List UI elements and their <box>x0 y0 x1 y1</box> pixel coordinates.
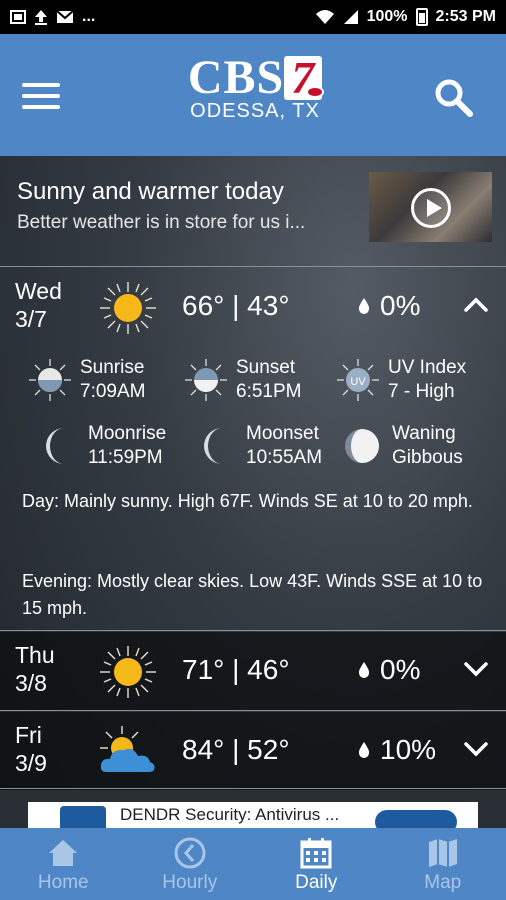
day-temps: 66° | 43° <box>182 290 290 321</box>
logo-city: ODESSA, TX <box>190 100 320 122</box>
evening-description: Evening: Mostly clear skies. Low 43F. Wi… <box>22 571 483 618</box>
app-header: CBS 7 ODESSA, TX <box>0 34 506 156</box>
raindrop-icon <box>358 662 370 678</box>
sunrise-time: 7:09AM <box>80 381 146 402</box>
divider <box>0 788 506 789</box>
uv-value: 7 - High <box>388 381 455 402</box>
signal-icon <box>343 10 358 24</box>
divider <box>0 710 506 711</box>
chevron-down-icon[interactable] <box>462 658 490 680</box>
day-description: Day: Mainly sunny. High 67F. Winds SE at… <box>22 491 473 511</box>
cbs-eye-icon <box>306 86 325 98</box>
tab-label: Home <box>37 872 89 893</box>
day-temps: 71° | 46° <box>182 654 290 685</box>
bottom-nav: Home Hourly Daily Map <box>0 828 506 900</box>
divider <box>0 630 506 631</box>
precip-chance: 0% <box>358 654 420 686</box>
sunset-icon <box>185 359 227 401</box>
svg-text:UV: UV <box>350 376 366 388</box>
day-date: 3/9 <box>15 750 47 776</box>
moonrise-info: Moonrise 11:59PM <box>36 422 166 470</box>
video-thumbnail[interactable] <box>369 172 492 242</box>
ad-text: DENDR Security: Antivirus ... <box>120 805 340 824</box>
menu-icon[interactable] <box>22 74 74 118</box>
raindrop-icon <box>358 742 370 758</box>
map-icon <box>428 839 457 867</box>
chevron-down-icon[interactable] <box>462 738 490 760</box>
tab-label: Daily <box>295 872 338 893</box>
clock-time: 2:53 PM <box>435 8 496 25</box>
play-icon[interactable] <box>411 188 451 228</box>
clock-icon <box>174 837 206 869</box>
day-row-fri[interactable]: Fri 3/9 84° | 52° 10% <box>0 712 506 790</box>
precip-chance: 0% <box>358 290 420 322</box>
tab-daily[interactable]: Daily <box>253 828 380 900</box>
moonset-time: 10:55AM <box>246 447 323 468</box>
upload-icon <box>35 10 47 25</box>
sunset-time: 6:51PM <box>236 381 302 402</box>
sun-icon <box>100 646 156 698</box>
notification-icon <box>10 10 26 24</box>
battery-percent: 100% <box>366 8 408 25</box>
day-row-thu[interactable]: Thu 3/8 71° | 46° 0% <box>0 632 506 710</box>
day-date: 3/8 <box>15 670 47 696</box>
moonrise-label: Moonrise <box>88 423 167 444</box>
moon-phase-line2: Gibbous <box>392 447 463 468</box>
day-date: 3/7 <box>15 306 47 332</box>
divider <box>0 266 506 267</box>
day-name: Fri <box>15 722 42 748</box>
partly-cloudy-icon <box>100 726 155 772</box>
ad-banner: DENDR Security: Antivirus ... <box>0 790 506 832</box>
raindrop-icon <box>358 298 370 314</box>
sun-icon <box>100 282 156 334</box>
sunrise-label: Sunrise <box>80 357 145 378</box>
status-overflow: ... <box>82 8 96 25</box>
moon-phase-line1: Waning <box>392 423 456 444</box>
station-logo: CBS 7 ODESSA, TX <box>170 50 340 140</box>
headline-title: Sunny and warmer today <box>17 178 284 205</box>
sunset-info: Sunset 6:51PM <box>184 356 301 404</box>
tab-label: Map <box>424 872 462 893</box>
headline-subtitle: Better weather is in store for us i... <box>17 212 306 233</box>
sunset-label: Sunset <box>236 357 296 378</box>
moonset-label: Moonset <box>246 423 319 444</box>
day-name: Thu <box>15 642 55 668</box>
battery-icon <box>415 8 428 26</box>
tab-map[interactable]: Map <box>380 828 506 900</box>
search-icon[interactable] <box>432 76 476 120</box>
day-name: Wed <box>15 278 62 304</box>
uv-label: UV Index <box>388 357 467 378</box>
wifi-icon <box>315 10 334 24</box>
news-headline[interactable]: Sunny and warmer today Better weather is… <box>0 156 506 268</box>
logo-seven: 7 <box>284 55 325 101</box>
moon-phase-icon <box>345 429 379 463</box>
uv-index-info: UV UV Index 7 - High <box>336 356 466 404</box>
logo-text: CBS <box>187 51 285 104</box>
tab-label: Hourly <box>162 872 218 893</box>
moonrise-time: 11:59PM <box>88 447 163 468</box>
mail-icon <box>56 10 74 23</box>
moonset-info: Moonset 10:55AM <box>194 422 322 470</box>
precip-chance: 10% <box>358 734 436 766</box>
daily-forecast: Sunny and warmer today Better weather is… <box>0 156 506 828</box>
moonrise-icon <box>46 428 64 464</box>
tab-home[interactable]: Home <box>0 828 127 900</box>
day-temps: 84° | 52° <box>182 734 290 765</box>
moon-phase-info: Waning Gibbous <box>340 422 463 470</box>
status-bar: ... 100% 2:53 PM <box>0 0 506 34</box>
day-details: Sunrise 7:09AM Sunset 6:51PM UV UV Index 7 … <box>0 346 506 630</box>
uv-index-icon: UV <box>337 359 379 401</box>
home-icon <box>49 840 78 866</box>
moonset-icon <box>204 428 222 464</box>
chevron-up-icon[interactable] <box>462 294 490 316</box>
sunrise-info: Sunrise 7:09AM <box>28 356 145 404</box>
sunrise-icon <box>29 359 71 401</box>
day-row-wed[interactable]: Wed 3/7 66° | 43° 0% <box>0 268 506 346</box>
calendar-icon <box>300 838 332 869</box>
tab-hourly[interactable]: Hourly <box>127 828 254 900</box>
